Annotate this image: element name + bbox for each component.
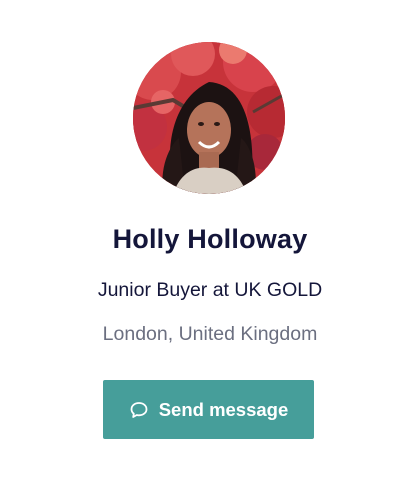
profile-name: Holly Holloway [112, 224, 308, 254]
profile-role: Junior Buyer at UK GOLD [97, 279, 323, 301]
profile-card: Holly Holloway Junior Buyer at UK GOLD L… [0, 0, 420, 491]
send-message-button[interactable]: Send message [103, 380, 314, 439]
avatar-photo [133, 42, 285, 194]
chat-bubble-icon [129, 400, 149, 420]
profile-location: London, United Kingdom [102, 323, 318, 345]
avatar [133, 42, 285, 194]
send-message-label: Send message [158, 398, 289, 420]
